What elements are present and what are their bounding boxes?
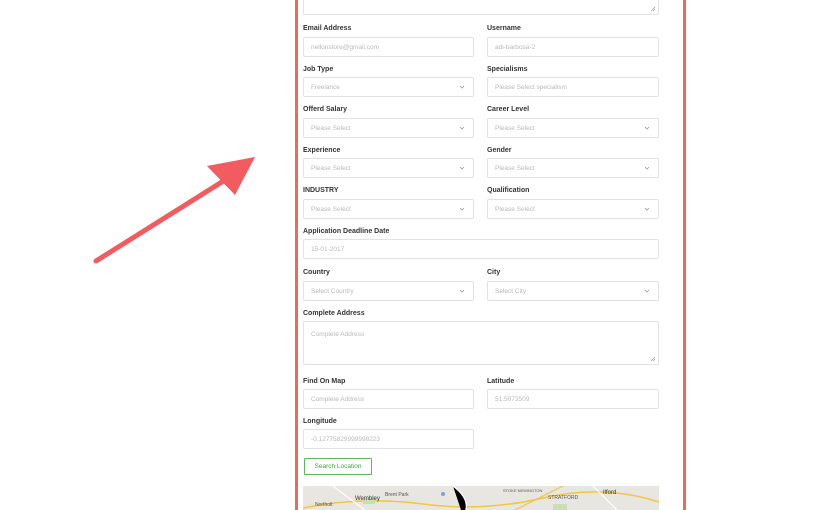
experience-label: Experience xyxy=(303,147,341,154)
salary-label: Offerd Salary xyxy=(303,106,347,113)
country-select[interactable]: Select Country xyxy=(303,281,474,301)
description-textarea[interactable] xyxy=(303,0,659,15)
job-type-label: Job Type xyxy=(303,66,334,73)
career-level-value: Please Select xyxy=(495,124,535,132)
chevron-down-icon xyxy=(459,289,465,293)
industry-value: Please Select xyxy=(311,205,351,213)
specialisms-placeholder: Please Select specialism xyxy=(495,83,567,91)
gender-select[interactable]: Please Select xyxy=(487,158,659,178)
specialisms-label: Specialisms xyxy=(487,66,528,73)
map-label: STRATFORD xyxy=(548,495,579,501)
map-label: Wembley xyxy=(355,496,380,502)
find-on-map-field[interactable]: Complete Address xyxy=(303,389,474,409)
job-type-select[interactable]: Freelance xyxy=(303,77,474,97)
city-label: City xyxy=(487,269,501,276)
address-placeholder: Complete Address xyxy=(311,331,365,338)
username-field[interactable]: adi-barbosa-2 xyxy=(487,37,659,57)
username-value: adi-barbosa-2 xyxy=(495,43,536,51)
gender-label: Gender xyxy=(487,147,512,154)
longitude-field[interactable]: -0.12775829999998223 xyxy=(303,429,474,449)
job-type-value: Freelance xyxy=(311,83,340,91)
email-label: Email Address xyxy=(303,25,352,32)
map-label: Brent Park xyxy=(385,492,409,498)
chevron-down-icon xyxy=(459,207,465,211)
latitude-value: 51.5073509 xyxy=(495,395,530,403)
gender-value: Please Select xyxy=(495,164,535,172)
specialisms-select[interactable]: Please Select specialism xyxy=(487,77,659,97)
resize-grip-icon[interactable] xyxy=(650,6,656,12)
country-value: Select Country xyxy=(311,287,354,295)
resize-grip-icon[interactable] xyxy=(650,356,656,362)
city-value: Select City xyxy=(495,287,527,295)
chevron-down-icon xyxy=(644,126,650,130)
chevron-down-icon xyxy=(644,207,650,211)
longitude-value: -0.12775829999998223 xyxy=(311,435,381,443)
qualification-label: Qualification xyxy=(487,187,530,194)
salary-value: Please Select xyxy=(311,124,351,132)
career-level-select[interactable]: Please Select xyxy=(487,118,659,138)
salary-select[interactable]: Please Select xyxy=(303,118,474,138)
experience-value: Please Select xyxy=(311,164,351,172)
email-value: nellonstore@gmail.com xyxy=(311,43,380,51)
find-on-map-placeholder: Complete Address xyxy=(311,395,365,403)
latitude-label: Latitude xyxy=(487,378,515,385)
country-label: Country xyxy=(303,269,330,276)
city-select[interactable]: Select City xyxy=(487,281,659,301)
deadline-label: Application Deadline Date xyxy=(303,228,390,235)
email-field[interactable]: nellonstore@gmail.com xyxy=(303,37,474,57)
map-label: Ilford xyxy=(603,490,617,496)
map-label: STOKE NEWINGTON xyxy=(503,488,543,493)
industry-label: INDUSTRY xyxy=(303,187,339,194)
qualification-value: Please Select xyxy=(495,205,535,213)
industry-select[interactable]: Please Select xyxy=(303,199,474,219)
deadline-field[interactable]: 15-01-2017 xyxy=(303,239,659,259)
username-label: Username xyxy=(487,25,521,32)
longitude-label: Longitude xyxy=(303,418,337,425)
map-label: Northolt xyxy=(315,502,333,508)
experience-select[interactable]: Please Select xyxy=(303,158,474,178)
qualification-select[interactable]: Please Select xyxy=(487,199,659,219)
chevron-down-icon xyxy=(644,166,650,170)
search-location-button[interactable]: Search Location xyxy=(304,458,372,475)
find-on-map-label: Find On Map xyxy=(303,378,346,385)
address-label: Complete Address xyxy=(303,310,365,317)
chevron-down-icon xyxy=(644,289,650,293)
deadline-value: 15-01-2017 xyxy=(311,245,345,253)
chevron-down-icon xyxy=(459,126,465,130)
chevron-down-icon xyxy=(459,85,465,89)
location-map[interactable]: Wembley Brent Park Northolt STOKE NEWING… xyxy=(303,486,659,510)
chevron-down-icon xyxy=(459,166,465,170)
address-textarea[interactable]: Complete Address xyxy=(303,321,659,365)
career-level-label: Career Level xyxy=(487,106,530,113)
latitude-field[interactable]: 51.5073509 xyxy=(487,389,659,409)
